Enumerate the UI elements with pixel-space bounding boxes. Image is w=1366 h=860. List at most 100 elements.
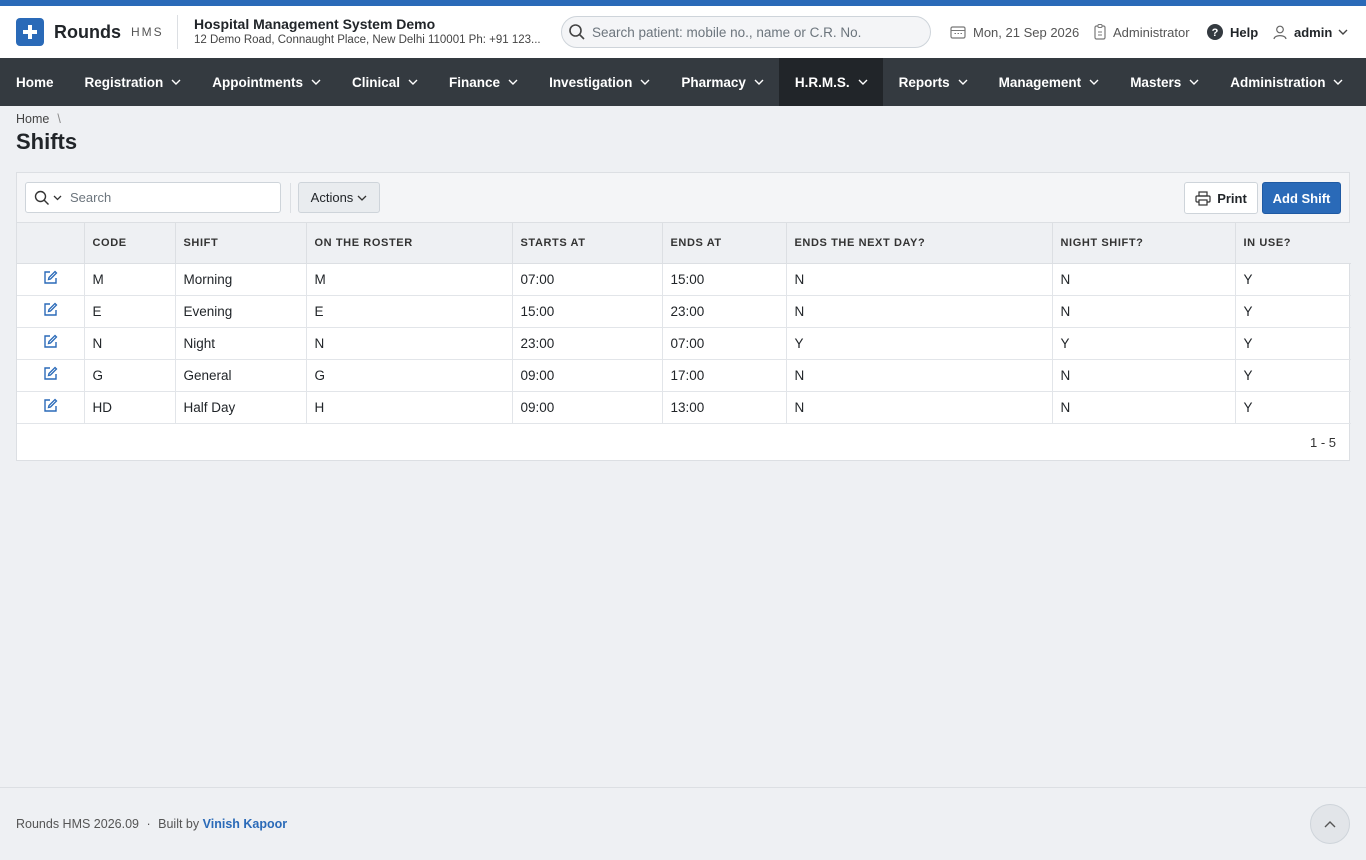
help-icon: ? [1207,24,1223,40]
cell-code: N [84,327,176,360]
app-header: Rounds HMS Hospital Management System De… [0,6,1366,58]
nav-item-label: Pharmacy [681,74,746,90]
chevron-down-icon [958,79,968,85]
cell-shift: General [175,359,307,392]
cell-shift: Morning [175,263,307,296]
search-icon [34,190,49,205]
search-filter-dropdown[interactable] [26,190,66,206]
nav-item-investigation[interactable]: Investigation [533,58,665,106]
shifts-card: Search Actions Print Add Shift CODE SHIFT… [16,172,1351,461]
search-icon [569,24,585,40]
printer-icon [1195,190,1211,206]
user-role[interactable]: Administrator [1094,6,1190,58]
user-role-text: Administrator [1113,24,1190,40]
hospital-info: Hospital Management System Demo 12 Demo … [178,16,561,48]
footer-built-by: Built by [158,817,200,831]
nav-item-appointments[interactable]: Appointments [196,58,336,106]
chevron-up-icon [1324,820,1336,827]
cell-ends-the-next-day: N [786,391,1053,424]
main-navbar: Home Registration Appointments Clinical Fina… [0,58,1366,106]
nav-item-administration[interactable]: Administration [1214,58,1358,106]
cell-night-shift: N [1052,359,1236,392]
brand[interactable]: Rounds HMS [0,6,177,58]
edit-cell [17,327,85,360]
nav-item-home[interactable]: Home [0,58,69,106]
cell-ends-at: 07:00 [662,327,787,360]
cell-ends-the-next-day: Y [786,327,1053,360]
scroll-to-top-button[interactable] [1310,804,1350,844]
table-search-input[interactable]: Search [25,182,281,213]
user-icon [1273,25,1287,39]
column-header-code[interactable]: CODE [84,223,176,264]
cell-code: HD [84,391,176,424]
nav-item-clinical[interactable]: Clinical [336,58,433,106]
column-header-shift[interactable]: SHIFT [175,223,307,264]
add-shift-button[interactable]: Add Shift [1262,182,1341,214]
hospital-name: Hospital Management System Demo [194,16,436,32]
brand-name: Rounds [54,21,121,42]
breadcrumb: Home \ [16,112,61,126]
cell-code: G [84,359,176,392]
footer-author-link[interactable]: Vinish Kapoor [203,817,288,831]
footer-text: Rounds HMS 2026.09 · Built by Vinish Kap… [16,817,287,831]
edit-icon[interactable] [43,334,58,349]
nav-item-pharmacy[interactable]: Pharmacy [665,58,779,106]
nav-item-label: Investigation [549,74,633,90]
cell-in-use: Y [1235,327,1351,360]
cell-ends-the-next-day: N [786,263,1053,296]
column-header-starts-at[interactable]: STARTS AT [512,223,663,264]
chevron-down-icon [53,195,62,200]
help-label: Help [1230,24,1259,40]
svg-text:?: ? [1212,27,1219,39]
column-header-ends-the-next-day[interactable]: ENDS THE NEXT DAY? [786,223,1053,264]
column-header-ends-at[interactable]: ENDS AT [662,223,787,264]
chevron-down-icon [408,79,418,85]
cell-shift: Evening [175,295,307,328]
breadcrumb-home[interactable]: Home [16,112,49,126]
nav-item-label: Reports [898,74,950,90]
help-link[interactable]: ? Help [1207,6,1258,58]
page-title: Shifts [16,129,78,154]
cell-code: E [84,295,176,328]
edit-cell [17,359,85,392]
footer-version: Rounds HMS 2026.09 [16,817,139,831]
print-label: Print [1217,190,1247,206]
chevron-down-icon [1333,79,1343,85]
nav-item-reports[interactable]: Reports [883,58,983,106]
cell-ends-the-next-day: N [786,359,1053,392]
user-menu[interactable]: admin [1273,6,1355,58]
cell-night-shift: N [1052,263,1236,296]
nav-item-finance[interactable]: Finance [433,58,533,106]
edit-icon[interactable] [43,302,58,317]
nav-item-masters[interactable]: Masters [1114,58,1214,106]
edit-icon[interactable] [43,366,58,381]
print-button[interactable]: Print [1184,182,1258,214]
current-date: Mon, 21 Sep 2026 [950,6,1079,58]
column-header-night-shift[interactable]: NIGHT SHIFT? [1052,223,1236,264]
cell-in-use: Y [1235,391,1351,424]
nav-item-label: Registration [84,74,164,90]
pagination-info: 1 - 5 [1309,434,1336,450]
edit-icon[interactable] [43,398,58,413]
chevron-down-icon [1089,79,1099,85]
cell-starts-at: 09:00 [512,391,663,424]
edit-icon[interactable] [43,270,58,285]
patient-search-input[interactable]: Search patient: mobile no., name or C.R.… [561,16,931,48]
nav-item-h-r-m-s[interactable]: H.R.M.S. [778,58,883,106]
nav-item-label: Appointments [212,74,304,90]
actions-button[interactable]: Actions [298,182,380,213]
nav-item-label: Administration [1230,74,1326,90]
column-header-on-the-roster[interactable]: ON THE ROSTER [306,223,513,264]
nav-item-label: Management [998,74,1082,90]
nav-item-registration[interactable]: Registration [69,58,197,106]
cell-ends-at: 17:00 [662,359,787,392]
cell-shift: Night [175,327,307,360]
nav-item-management[interactable]: Management [983,58,1115,106]
chevron-down-icon [640,79,650,85]
cell-shift: Half Day [175,391,307,424]
cell-in-use: Y [1235,263,1351,296]
cell-ends-the-next-day: N [786,295,1053,328]
cell-starts-at: 07:00 [512,263,663,296]
edit-cell [17,263,85,296]
column-header-in-use[interactable]: IN USE? [1235,223,1351,264]
